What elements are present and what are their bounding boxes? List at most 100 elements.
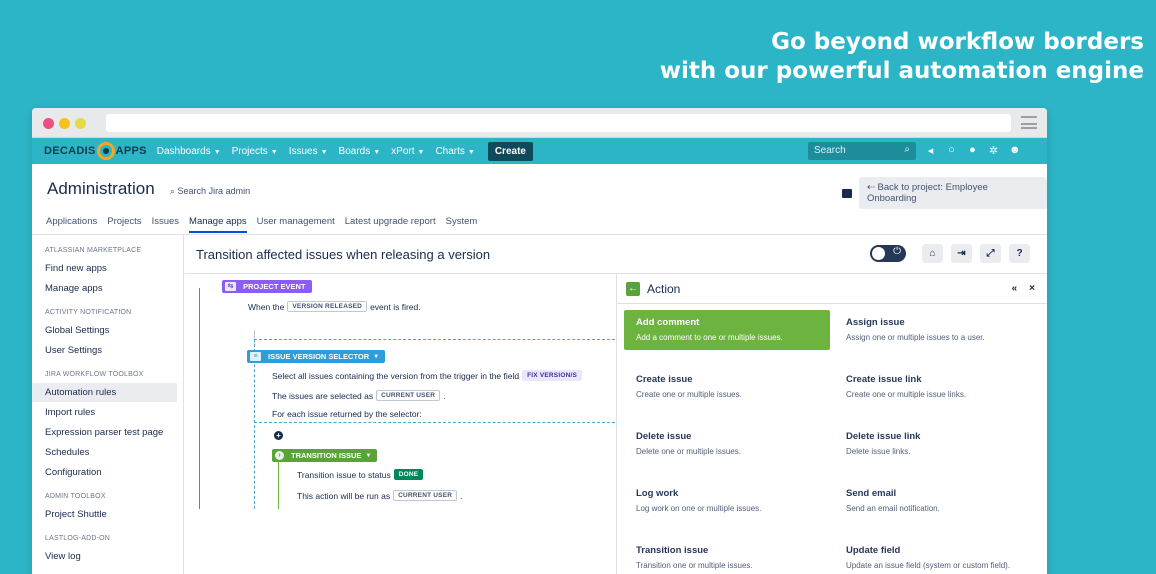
tab-system[interactable]: System <box>446 216 478 227</box>
foreach-line: For each issue returned by the selector: <box>272 409 422 419</box>
close-icon[interactable]: × <box>1029 283 1035 294</box>
action-card-desc: Log work on one or multiple issues. <box>636 504 762 513</box>
action-card-desc: Delete issue links. <box>846 447 911 456</box>
action-card-desc: Assign one or multiple issues to a user. <box>846 333 985 342</box>
expand-icon[interactable]: ⤢ <box>980 244 1001 263</box>
event-prefix: When the <box>248 301 285 312</box>
action-card-create-issue[interactable]: Create issue Create one or multiple issu… <box>624 367 830 407</box>
tab-applications[interactable]: Applications <box>46 216 97 227</box>
selector-description: Select all issues containing the version… <box>272 370 585 381</box>
maximize-window-dot[interactable] <box>75 118 86 129</box>
tab-projects[interactable]: Projects <box>107 216 141 227</box>
back-to-project-group: ⇠ Back to project: Employee Onboarding <box>842 177 1047 209</box>
chat-icon[interactable]: ○ <box>946 144 957 157</box>
sidebar-item-view-log[interactable]: View log <box>32 547 183 566</box>
transition-icon: › <box>275 451 284 460</box>
rule-enable-toggle[interactable]: ⏻ <box>870 245 906 262</box>
nav-boards[interactable]: Boards ▼ <box>339 146 381 157</box>
sidebar-item-expression-parser[interactable]: Expression parser test page <box>32 423 183 442</box>
tab-user-management[interactable]: User management <box>257 216 335 227</box>
sidebar-item-manage-apps[interactable]: Manage apps <box>32 279 183 298</box>
action-panel-controls: « × <box>1012 283 1035 294</box>
add-step-icon[interactable]: + <box>274 431 283 440</box>
admin-sidebar: ATLASSIAN MARKETPLACE Find new apps Mana… <box>32 235 184 574</box>
event-flow-line <box>199 288 200 509</box>
sidebar-item-user-settings[interactable]: User Settings <box>32 341 183 360</box>
action-card-title: Transition issue <box>636 545 709 556</box>
action-card-title: Delete issue link <box>846 431 921 442</box>
back-to-project-button[interactable]: ⇠ Back to project: Employee Onboarding <box>858 177 1047 209</box>
rule-title: Transition affected issues when releasin… <box>196 247 491 262</box>
sidebar-item-schedules[interactable]: Schedules <box>32 443 183 462</box>
project-event-badge[interactable]: ⇆ PROJECT EVENT <box>222 280 312 293</box>
address-bar[interactable] <box>106 114 1011 132</box>
gear-icon[interactable]: ✲ <box>988 144 999 157</box>
action-card-transition-issue[interactable]: Transition issue Transition one or multi… <box>624 538 830 574</box>
sidebar-heading: LASTLOG-ADD-ON <box>45 535 111 542</box>
sidebar-heading: ACTIVITY NOTIFICATION <box>45 309 132 316</box>
transition-issue-label: TRANSITION ISSUE <box>291 451 362 460</box>
nav-search-placeholder: Search <box>814 145 846 156</box>
action-card-add-comment[interactable]: Add comment Add a comment to one or mult… <box>624 310 830 350</box>
issue-version-selector-label: ISSUE VERSION SELECTOR <box>268 352 370 361</box>
sidebar-item-import-rules[interactable]: Import rules <box>32 403 183 422</box>
hamburger-menu-icon[interactable] <box>1021 116 1037 129</box>
action-card-title: Create issue link <box>846 374 922 385</box>
chevron-down-icon: ▼ <box>213 148 221 156</box>
nav-charts[interactable]: Charts ▼ <box>435 146 474 157</box>
decadis-logo[interactable]: DECADIS APPS <box>44 142 147 160</box>
help-icon[interactable]: ? <box>1009 244 1030 263</box>
action-card-log-work[interactable]: Log work Log work on one or multiple iss… <box>624 481 830 521</box>
sidebar-item-global-settings[interactable]: Global Settings <box>32 321 183 340</box>
nav-issues[interactable]: Issues ▼ <box>289 146 328 157</box>
action-card-delete-issue[interactable]: Delete issue Delete one or multiple issu… <box>624 424 830 464</box>
done-status-lozenge: DONE <box>393 469 424 480</box>
nav-label: Issues <box>288 145 318 157</box>
page-title: Administration <box>47 179 155 198</box>
transition-issue-badge[interactable]: › TRANSITION ISSUE ▼ <box>272 449 378 462</box>
action-panel-header: ← Action « × <box>617 274 1047 304</box>
feedback-icon[interactable] <box>842 188 852 198</box>
create-button[interactable]: Create <box>487 141 533 161</box>
nav-xport[interactable]: xPort ▼ <box>391 146 424 157</box>
avatar[interactable]: ☻ <box>1009 144 1021 157</box>
issue-version-selector-badge[interactable]: ≡ ISSUE VERSION SELECTOR ▼ <box>247 350 386 363</box>
nav-projects[interactable]: Projects ▼ <box>232 146 278 157</box>
tab-manage-apps[interactable]: Manage apps <box>189 216 247 233</box>
back-arrow-icon[interactable]: ← <box>626 282 640 296</box>
minimize-window-dot[interactable] <box>59 118 70 129</box>
action-card-title: Add comment <box>636 317 700 328</box>
collapse-icon[interactable]: « <box>1012 283 1018 294</box>
sidebar-item-find-new-apps[interactable]: Find new apps <box>32 259 183 278</box>
help-icon[interactable]: ● <box>967 144 978 157</box>
action-card-assign-issue[interactable]: Assign issue Assign one or multiple issu… <box>834 310 1040 350</box>
current-user-lozenge: CURRENT USER <box>393 490 458 501</box>
action-card-send-email[interactable]: Send email Send an email notification. <box>834 481 1040 521</box>
sidebar-item-project-shuttle[interactable]: Project Shuttle <box>32 505 183 524</box>
selected-suffix: . <box>443 390 446 401</box>
tab-issues[interactable]: Issues <box>152 216 179 227</box>
megaphone-icon[interactable]: ◂ <box>925 144 936 157</box>
admin-search-link[interactable]: ⌕ Search Jira admin <box>170 186 250 197</box>
close-window-dot[interactable] <box>43 118 54 129</box>
export-icon[interactable]: ⇥ <box>951 244 972 263</box>
nav-dashboards[interactable]: Dashboards ▼ <box>157 146 221 157</box>
headline: Go beyond workflow borders with our powe… <box>660 28 1144 86</box>
action-card-update-field[interactable]: Update field Update an issue field (syst… <box>834 538 1040 574</box>
sidebar-item-configuration[interactable]: Configuration <box>32 463 183 482</box>
sidebar-item-automation-rules[interactable]: Automation rules <box>32 383 177 402</box>
sidebar-heading: JIRA WORKFLOW TOOLBOX <box>45 371 144 378</box>
action-card-title: Assign issue <box>846 317 905 328</box>
selector-icon: ≡ <box>250 352 261 361</box>
action-card-delete-issue-link[interactable]: Delete issue link Delete issue links. <box>834 424 1040 464</box>
action-card-desc: Create one or multiple issues. <box>636 390 742 399</box>
selected-as-text: The issues are selected as CURRENT USER … <box>272 390 446 401</box>
chevron-down-icon: ▼ <box>270 148 278 156</box>
nav-search-input[interactable]: Search ⌕ <box>808 142 916 160</box>
action-card-title: Create issue <box>636 374 693 385</box>
action-card-desc: Update an issue field (system or custom … <box>846 561 1011 570</box>
home-icon[interactable]: ⌂ <box>922 244 943 263</box>
tab-latest-upgrade-report[interactable]: Latest upgrade report <box>345 216 436 227</box>
action-card-create-issue-link[interactable]: Create issue link Create one or multiple… <box>834 367 1040 407</box>
back-arrow-icon: ⇠ <box>866 182 878 193</box>
